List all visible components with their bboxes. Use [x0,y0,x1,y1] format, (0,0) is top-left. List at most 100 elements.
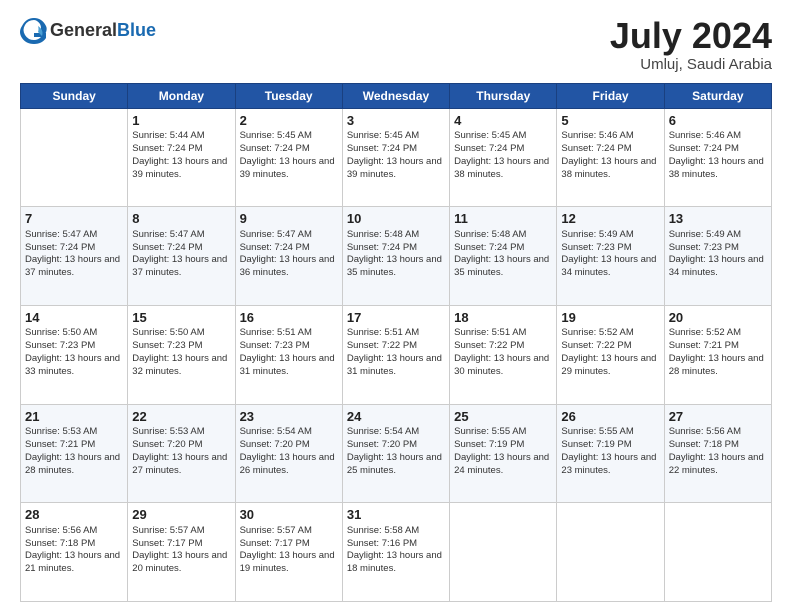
daylight-hours: Daylight: 13 hours and 18 minutes. [347,550,442,574]
calendar-cell: 3Sunrise: 5:45 AMSunset: 7:24 PMDaylight… [342,108,449,207]
sunrise-time: Sunrise: 5:44 AM [132,130,204,141]
month-title: July 2024 [610,16,772,56]
sunrise-time: Sunrise: 5:55 AM [561,426,633,437]
logo-text: GeneralBlue [50,20,156,41]
daylight-hours: Daylight: 13 hours and 25 minutes. [347,452,442,476]
daylight-hours: Daylight: 13 hours and 23 minutes. [561,452,656,476]
calendar-header-friday: Friday [557,83,664,108]
day-number: 17 [347,309,445,327]
week-row-5: 28Sunrise: 5:56 AMSunset: 7:18 PMDayligh… [21,503,772,602]
sunrise-time: Sunrise: 5:56 AM [25,525,97,536]
calendar-cell: 9Sunrise: 5:47 AMSunset: 7:24 PMDaylight… [235,207,342,306]
sunset-time: Sunset: 7:20 PM [347,439,417,450]
logo-icon [20,16,48,44]
day-number: 4 [454,112,552,130]
calendar-cell: 13Sunrise: 5:49 AMSunset: 7:23 PMDayligh… [664,207,771,306]
daylight-hours: Daylight: 13 hours and 28 minutes. [25,452,120,476]
sunset-time: Sunset: 7:23 PM [25,340,95,351]
daylight-hours: Daylight: 13 hours and 33 minutes. [25,353,120,377]
sunrise-time: Sunrise: 5:46 AM [561,130,633,141]
week-row-1: 1Sunrise: 5:44 AMSunset: 7:24 PMDaylight… [21,108,772,207]
calendar-cell: 27Sunrise: 5:56 AMSunset: 7:18 PMDayligh… [664,404,771,503]
calendar-cell: 29Sunrise: 5:57 AM Sunset: 7:17 PMDayligh… [128,503,235,602]
day-number: 7 [25,210,123,228]
location: Umluj, Saudi Arabia [610,56,772,73]
calendar-cell: 15Sunrise: 5:50 AMSunset: 7:23 PMDayligh… [128,305,235,404]
sunrise-time: Sunrise: 5:48 AM [454,229,526,240]
daylight-hours: Daylight: 13 hours and 38 minutes. [454,156,549,180]
calendar-cell: 5Sunrise: 5:46 AMSunset: 7:24 PMDaylight… [557,108,664,207]
sunrise-time: Sunrise: 5:57 AM [240,525,312,536]
day-number: 13 [669,210,767,228]
sunset-time: Sunset: 7:21 PM [25,439,95,450]
daylight-hours: Daylight: 13 hours and 20 minutes. [132,550,227,574]
sunrise-time: Sunrise: 5:56 AM [669,426,741,437]
sunset-time: Sunset: 7:17 PM [132,538,202,549]
calendar-cell [664,503,771,602]
calendar-cell: 19Sunrise: 5:52 AMSunset: 7:22 PMDayligh… [557,305,664,404]
title-area: July 2024 Umluj, Saudi Arabia [610,16,772,73]
sunrise-time: Sunrise: 5:53 AM [25,426,97,437]
day-number: 30 [240,506,338,524]
calendar-cell: 4Sunrise: 5:45 AMSunset: 7:24 PMDaylight… [450,108,557,207]
day-number: 28 [25,506,123,524]
daylight-hours: Daylight: 13 hours and 28 minutes. [669,353,764,377]
sunrise-time: Sunrise: 5:53 AM [132,426,204,437]
daylight-hours: Daylight: 13 hours and 37 minutes. [25,254,120,278]
calendar-cell: 8Sunrise: 5:47 AMSunset: 7:24 PMDaylight… [128,207,235,306]
sunrise-time: Sunrise: 5:46 AM [669,130,741,141]
sunrise-time: Sunrise: 5:54 AM [240,426,312,437]
sunset-time: Sunset: 7:22 PM [454,340,524,351]
sunset-time: Sunset: 7:22 PM [347,340,417,351]
sunrise-time: Sunrise: 5:51 AM [347,327,419,338]
day-number: 26 [561,408,659,426]
calendar-cell: 25Sunrise: 5:55 AMSunset: 7:19 PMDayligh… [450,404,557,503]
day-number: 29 [132,506,230,524]
daylight-hours: Daylight: 13 hours and 39 minutes. [240,156,335,180]
daylight-hours: Daylight: 13 hours and 34 minutes. [561,254,656,278]
sunset-time: Sunset: 7:24 PM [240,143,310,154]
week-row-4: 21Sunrise: 5:53 AMSunset: 7:21 PMDayligh… [21,404,772,503]
daylight-hours: Daylight: 13 hours and 19 minutes. [240,550,335,574]
sunrise-time: Sunrise: 5:47 AM [240,229,312,240]
daylight-hours: Daylight: 13 hours and 34 minutes. [669,254,764,278]
calendar-cell: 24Sunrise: 5:54 AMSunset: 7:20 PMDayligh… [342,404,449,503]
calendar-cell: 14Sunrise: 5:50 AMSunset: 7:23 PMDayligh… [21,305,128,404]
daylight-hours: Daylight: 13 hours and 38 minutes. [561,156,656,180]
sunrise-time: Sunrise: 5:52 AM [669,327,741,338]
calendar-cell: 28Sunrise: 5:56 AMSunset: 7:18 PMDayligh… [21,503,128,602]
sunset-time: Sunset: 7:17 PM [240,538,310,549]
calendar-header-monday: Monday [128,83,235,108]
sunset-time: Sunset: 7:24 PM [347,242,417,253]
daylight-hours: Daylight: 13 hours and 38 minutes. [669,156,764,180]
calendar-header-saturday: Saturday [664,83,771,108]
calendar-cell: 6Sunrise: 5:46 AMSunset: 7:24 PMDaylight… [664,108,771,207]
daylight-hours: Daylight: 13 hours and 27 minutes. [132,452,227,476]
day-number: 23 [240,408,338,426]
sunset-time: Sunset: 7:24 PM [669,143,739,154]
calendar-cell: 18Sunrise: 5:51 AMSunset: 7:22 PMDayligh… [450,305,557,404]
sunset-time: Sunset: 7:23 PM [669,242,739,253]
daylight-hours: Daylight: 13 hours and 39 minutes. [132,156,227,180]
day-number: 8 [132,210,230,228]
calendar-cell: 1Sunrise: 5:44 AMSunset: 7:24 PMDaylight… [128,108,235,207]
daylight-hours: Daylight: 13 hours and 24 minutes. [454,452,549,476]
sunrise-time: Sunrise: 5:49 AM [561,229,633,240]
calendar-cell: 16Sunrise: 5:51 AMSunset: 7:23 PMDayligh… [235,305,342,404]
sunset-time: Sunset: 7:18 PM [669,439,739,450]
day-number: 19 [561,309,659,327]
sunset-time: Sunset: 7:23 PM [240,340,310,351]
sunset-time: Sunset: 7:24 PM [25,242,95,253]
sunset-time: Sunset: 7:22 PM [561,340,631,351]
sunset-time: Sunset: 7:23 PM [561,242,631,253]
calendar-cell: 7Sunrise: 5:47 AMSunset: 7:24 PMDaylight… [21,207,128,306]
sunset-time: Sunset: 7:24 PM [454,242,524,253]
sunset-time: Sunset: 7:23 PM [132,340,202,351]
sunrise-time: Sunrise: 5:57 AM [132,525,204,536]
calendar-cell: 21Sunrise: 5:53 AMSunset: 7:21 PMDayligh… [21,404,128,503]
calendar-header-thursday: Thursday [450,83,557,108]
day-number: 11 [454,210,552,228]
calendar-header-tuesday: Tuesday [235,83,342,108]
day-number: 18 [454,309,552,327]
daylight-hours: Daylight: 13 hours and 21 minutes. [25,550,120,574]
